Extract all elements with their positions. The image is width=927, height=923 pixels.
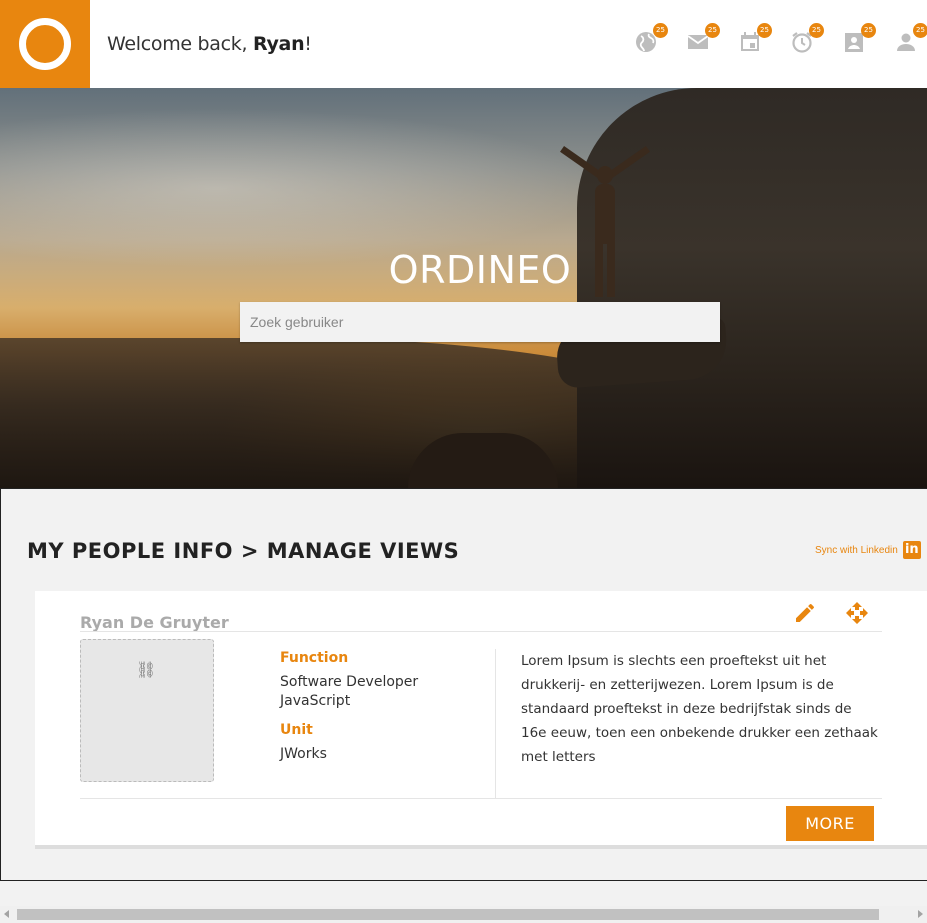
profile-photo-placeholder: ⛓ [80, 639, 214, 782]
scrollbar-thumb[interactable] [17, 909, 879, 920]
notification-badge: 25 [809, 23, 824, 38]
sync-linkedin-link[interactable]: Sync with Linkedin in [815, 541, 921, 559]
notification-badge: 25 [861, 23, 876, 38]
sync-linkedin-label: Sync with Linkedin [815, 544, 898, 556]
alarm-clock-icon[interactable]: 25 [790, 23, 824, 54]
more-button[interactable]: MORE [786, 806, 874, 841]
notification-badge: 25 [913, 23, 927, 38]
profile-name: Ryan De Gruyter [80, 613, 229, 632]
hero-banner: ORDINEO [0, 88, 927, 488]
function-value-secondary: JavaScript [280, 693, 351, 709]
divider [80, 631, 882, 632]
scroll-right-arrow-icon[interactable] [918, 910, 923, 918]
user-search-input[interactable] [240, 302, 720, 342]
main-content: MY PEOPLE INFO > MANAGE VIEWS Sync with … [0, 488, 927, 881]
notification-badge: 25 [653, 23, 668, 38]
divider [80, 798, 882, 799]
profile-description: Lorem Ipsum is slechts een proeftekst ui… [521, 653, 878, 765]
page-title: MY PEOPLE INFO > MANAGE VIEWS [27, 539, 460, 563]
function-value: Software Developer [280, 674, 419, 690]
welcome-message: Welcome back, Ryan! [107, 33, 312, 55]
move-arrows-icon[interactable] [845, 601, 869, 625]
function-label: Function [280, 650, 349, 666]
unit-value: JWorks [280, 746, 327, 762]
ordineo-logo[interactable] [0, 0, 90, 88]
mail-icon[interactable]: 25 [686, 23, 720, 54]
hero-title: ORDINEO [388, 248, 572, 292]
edit-pencil-icon[interactable] [793, 601, 817, 625]
header-icons: 25 25 25 25 25 25 [634, 23, 927, 54]
broken-image-icon: ⛓ [136, 662, 157, 679]
notification-badge: 25 [757, 23, 772, 38]
column-divider [495, 649, 496, 799]
person-icon[interactable]: 25 [894, 23, 927, 54]
horizontal-scrollbar[interactable] [0, 906, 927, 923]
linkedin-icon: in [902, 541, 921, 559]
scroll-left-arrow-icon[interactable] [4, 910, 9, 918]
unit-label: Unit [280, 722, 313, 738]
top-header: Welcome back, Ryan! 25 25 25 25 25 25 [0, 0, 927, 88]
user-name: Ryan [252, 33, 305, 55]
card-actions [793, 601, 897, 625]
profile-card: Ryan De Gruyter ⛓ Function Software Deve… [35, 591, 927, 849]
calendar-icon[interactable]: 25 [738, 23, 772, 54]
notification-badge: 25 [705, 23, 720, 38]
globe-icon[interactable]: 25 [634, 23, 668, 54]
contact-card-icon[interactable]: 25 [842, 23, 876, 54]
